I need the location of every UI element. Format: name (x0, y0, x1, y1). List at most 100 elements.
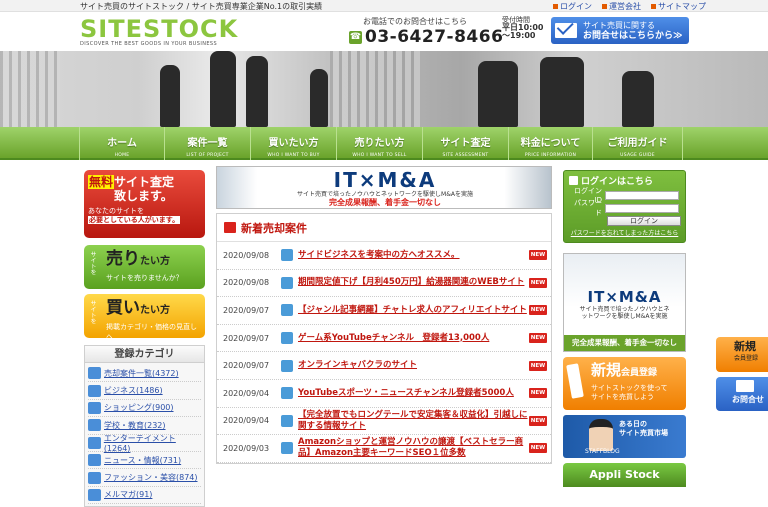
category-link[interactable]: ファッション・美容(874) (104, 472, 198, 483)
buy-suffix: たい方 (140, 305, 170, 316)
new-listings-title: 新着売却案件 (241, 221, 307, 235)
new-badge: NEW (529, 277, 547, 288)
floating-register-button[interactable]: 新規 会員登録 (716, 337, 768, 372)
buy-banner[interactable]: サイトを 買いたい方 掲載カテゴリ・価格の見直しへ (84, 294, 205, 341)
envelope-icon (736, 380, 754, 392)
register-banner[interactable]: 新規会員登録 サイトストックを使って サイトを売買しよう (563, 357, 686, 410)
nav-home[interactable]: ホーム HOME (79, 127, 165, 160)
listing-date: 2020/09/07 (223, 305, 270, 315)
new-badge: NEW (529, 360, 547, 371)
person-silhouette (540, 57, 584, 127)
listing-title-link[interactable]: 【完全放置でもロングテールで安定集客＆収益化】引越しに関する情報サイト (298, 410, 529, 432)
sell-banner[interactable]: サイトを 売りたい方 サイトを売りませんか？ (84, 245, 205, 289)
category-icon (88, 471, 101, 484)
ma-side-tagline: 完全成果報酬、着手金一切なし (564, 335, 685, 351)
ma-side-sub2: ットワークを駆使しM&Aを実施 (581, 313, 668, 320)
category-icon (281, 304, 293, 317)
ma-tagline: 完全成果報酬、着手金一切なし (329, 198, 441, 207)
category-link[interactable]: ビジネス(1486) (104, 385, 163, 396)
listing-title-link[interactable]: ゲーム系YouTubeチャンネル 登録者13,000人 (298, 333, 529, 344)
sell-side-label: サイトを (89, 251, 96, 275)
category-link[interactable]: エンターテイメント(1264) (104, 433, 201, 453)
top-bar: サイト売買のサイトストック / サイト売買専業企業No.1の取引実績 ログイン … (0, 0, 768, 12)
sell-sub: サイトを売りませんか？ (106, 274, 183, 282)
nav-buy[interactable]: 買いたい方 WHO I WANT TO BUY (251, 127, 337, 160)
category-link[interactable]: ショッピング(900) (104, 402, 174, 413)
nav-sell[interactable]: 売りたい方 WHO I WANT TO SELL (337, 127, 423, 160)
ma-side-title: IT×M&A (587, 288, 662, 306)
category-icon (281, 276, 293, 289)
forgot-password-link[interactable]: パスワードを忘れてしまった方はこちら (569, 228, 680, 237)
listing-date: 2020/09/04 (223, 388, 270, 398)
category-link[interactable]: 学校・教育(232) (104, 420, 166, 431)
listing-title-link[interactable]: オンラインキャバクラのサイト (298, 360, 529, 371)
category-icon (88, 367, 101, 380)
person-silhouette (210, 51, 236, 127)
listing-date: 2020/09/08 (223, 250, 270, 260)
category-icon (281, 442, 293, 455)
ma-banner[interactable]: IT×M&A サイト売買で培ったノウハウとネットワークを駆使しM&Aを実施 完全… (216, 166, 552, 209)
category-icon (281, 387, 293, 400)
new-badge: NEW (529, 250, 547, 261)
sitemap-link[interactable]: サイトマップ (651, 1, 706, 12)
category-item: ファッション・美容(874) (88, 469, 201, 487)
bullet-icon (602, 4, 607, 9)
appraisal-banner[interactable]: 無料サイト査定 致します。 あなたのサイトを 必要としている人がいます。 (84, 170, 205, 238)
envelope-icon (555, 23, 577, 38)
listing-date: 2020/09/04 (223, 416, 270, 426)
site-logo[interactable]: SITESTOCK DISCOVER THE BEST GOODS IN YOU… (80, 15, 239, 47)
new-listings-header: 新着売却案件 (217, 214, 551, 242)
logo-text: SITESTOCK (80, 15, 239, 43)
buy-sub: 掲載カテゴリ・価格の見直しへ (106, 323, 197, 341)
category-item: メルマガ(91) (88, 487, 201, 505)
listing-title-link[interactable]: 期間限定値下げ【月利450万円】給湯器関連のWEBサイト (298, 277, 529, 288)
building-decoration (0, 51, 60, 127)
hours-end: 〜19:00 (502, 31, 536, 40)
main-content: IT×M&A サイト売買で培ったノウハウとネットワークを駆使しM&Aを実施 完全… (216, 166, 552, 464)
company-link[interactable]: 運営会社 (602, 1, 641, 12)
listing-title-link[interactable]: Amazonショップと運営ノウハウの譲渡【ベストセラー商品】Amazon主要キー… (298, 437, 529, 459)
nav-guide[interactable]: ご利用ガイド USAGE GUIDE (593, 127, 683, 160)
buy-big: 買い (106, 298, 140, 318)
category-link[interactable]: ニュース・情報(731) (104, 455, 181, 466)
password-label: パスワード (574, 199, 602, 217)
bullet-icon (553, 4, 558, 9)
mail-line1: サイト売買に関する (583, 20, 655, 30)
floating-register-sub: 会員登録 (734, 355, 759, 362)
app-stock-banner[interactable]: Appli Stock (563, 463, 686, 487)
blog-line1: ある日の (619, 420, 647, 428)
person-silhouette (246, 56, 268, 127)
listing-title-link[interactable]: サイドビジネスを考案中の方へオススメ。 (298, 250, 529, 261)
category-item: ショッピング(900) (88, 400, 201, 418)
category-icon (88, 419, 101, 432)
register-title: 新規 (591, 361, 622, 379)
nav-assessment[interactable]: サイト査定 SITE ASSESSMENT (423, 127, 509, 160)
listing-title-link[interactable]: 【ジャンル記事網羅】チャトレ求人のアフィリエイトサイト (298, 305, 529, 316)
category-link[interactable]: 売却案件一覧(4372) (104, 368, 179, 379)
person-silhouette (160, 65, 180, 127)
category-item: 売却案件一覧(4372) (88, 365, 201, 383)
hero-image (0, 51, 768, 127)
nav-price[interactable]: 料金について PRICE INFORMATION (509, 127, 593, 160)
new-badge: NEW (529, 333, 547, 344)
password-input[interactable] (605, 203, 679, 213)
staff-blog-banner[interactable]: ある日の サイト売買市場 STAFFBLOG (563, 415, 686, 458)
sell-big: 売り (106, 249, 140, 269)
category-icon (281, 414, 293, 427)
pen-icon (566, 363, 584, 399)
listing-title-link[interactable]: YouTubeスポーツ・ニュースチャンネル登録者5000人 (298, 388, 529, 399)
blog-line2: サイト売買市場 (619, 429, 668, 437)
listing-row: 2020/09/03 Amazonショップと運営ノウハウの譲渡【ベストセラー商品】… (217, 435, 551, 463)
bullet-icon (651, 4, 656, 9)
nav-list[interactable]: 案件一覧 LIST OF PROJECT (165, 127, 251, 160)
login-link[interactable]: ログイン (553, 1, 592, 12)
floating-contact-button[interactable]: お問合せ (716, 377, 768, 411)
login-id-input[interactable] (605, 190, 679, 200)
mail-contact-button[interactable]: サイト売買に関する お問合せはこちらから≫ (551, 17, 689, 44)
listing-row: 2020/09/04 YouTubeスポーツ・ニュースチャンネル登録者5000人 N… (217, 380, 551, 408)
category-link[interactable]: メルマガ(91) (104, 489, 152, 500)
ma-side-banner[interactable]: IT×M&A サイト売買で培ったノウハウとネ ットワークを駆使しM&Aを実施 完全… (563, 253, 686, 352)
login-box: ログインはこちら ログインID パスワード ログイン パスワードを忘れてしまった… (563, 170, 686, 243)
login-button[interactable]: ログイン (607, 216, 681, 226)
phone-row: ☎ 03-6427-8466 (349, 27, 503, 47)
